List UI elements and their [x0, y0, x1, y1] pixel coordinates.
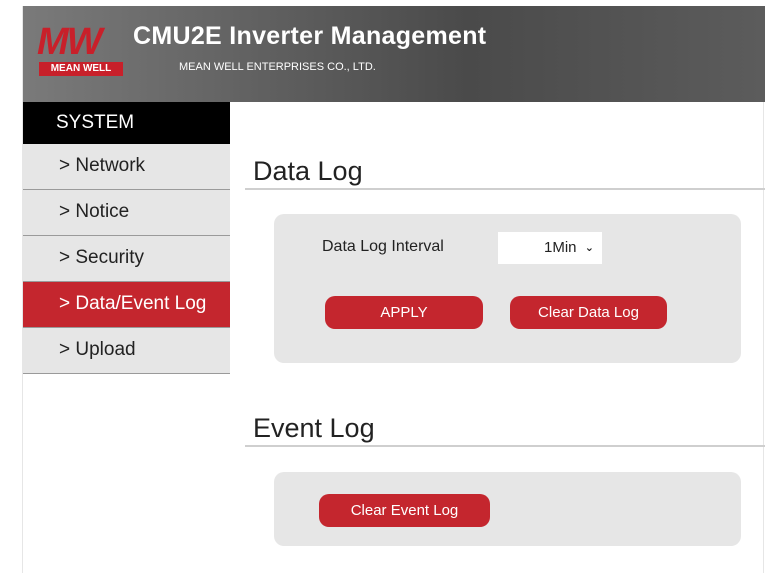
app-header: MW MEAN WELL CMU2E Inverter Management M…	[23, 6, 765, 102]
event-log-title: Event Log	[245, 401, 765, 447]
sidebar: SYSTEM > Network > Notice > Security > D…	[23, 102, 230, 374]
data-log-panel: Data Log Interval 1Min ⌄ APPLY Clear Dat…	[274, 214, 741, 363]
chevron-down-icon: ⌄	[584, 242, 594, 254]
data-log-interval-select[interactable]: 1Min ⌄	[498, 232, 602, 264]
company-name: MEAN WELL ENTERPRISES CO., LTD.	[179, 61, 376, 73]
sidebar-heading: SYSTEM	[23, 102, 230, 144]
sidebar-item-upload[interactable]: > Upload	[23, 328, 230, 374]
sidebar-item-security[interactable]: > Security	[23, 236, 230, 282]
mean-well-logo: MW MEAN WELL	[37, 22, 125, 80]
interval-value: 1Min	[544, 239, 577, 256]
data-log-title: Data Log	[245, 144, 765, 190]
app-frame: MW MEAN WELL CMU2E Inverter Management M…	[22, 6, 765, 573]
data-log-interval-label: Data Log Interval	[322, 238, 444, 255]
clear-event-log-button[interactable]: Clear Event Log	[319, 494, 490, 527]
sidebar-item-notice[interactable]: > Notice	[23, 190, 230, 236]
app-title: CMU2E Inverter Management	[133, 22, 487, 50]
logo-subtext: MEAN WELL	[39, 62, 123, 76]
sidebar-item-data-event-log[interactable]: > Data/Event Log	[23, 282, 230, 328]
event-log-panel: Clear Event Log	[274, 472, 741, 546]
logo-mark: MW	[37, 21, 103, 63]
apply-button[interactable]: APPLY	[325, 296, 483, 329]
sidebar-item-network[interactable]: > Network	[23, 144, 230, 190]
clear-data-log-button[interactable]: Clear Data Log	[510, 296, 667, 329]
